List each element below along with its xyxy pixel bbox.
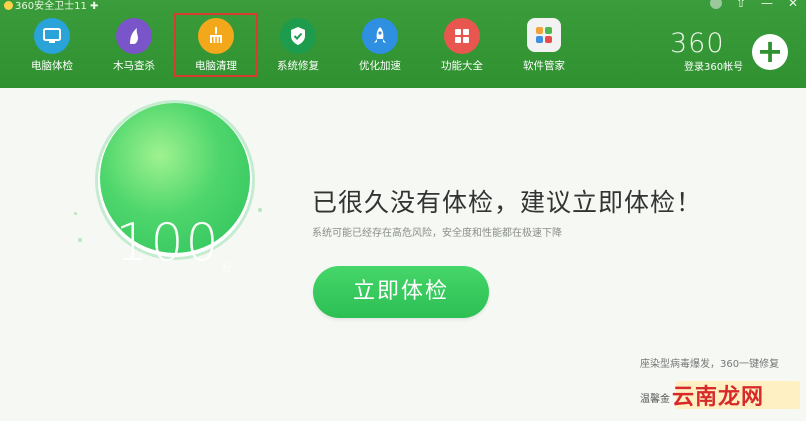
check-now-button[interactable]: 立即体检 bbox=[313, 266, 489, 318]
nav-label: 功能大全 bbox=[441, 60, 483, 72]
nav-label: 优化加速 bbox=[359, 60, 401, 72]
window-controls: ⇧ — ✕ bbox=[710, 0, 800, 10]
app-logo-icon bbox=[4, 1, 13, 10]
menu-icon[interactable]: ⇧ bbox=[734, 0, 748, 10]
nav-item-trojan-scan[interactable]: 木马查杀 bbox=[93, 14, 175, 76]
horse-icon bbox=[116, 18, 152, 54]
bottom-text: 温馨金 bbox=[640, 394, 670, 405]
nav-label: 电脑清理 bbox=[195, 60, 237, 72]
nav-label: 木马查杀 bbox=[113, 60, 155, 72]
nav-item-system-repair[interactable]: 系统修复 bbox=[257, 14, 339, 76]
monitor-icon bbox=[34, 18, 70, 54]
minimize-icon[interactable]: — bbox=[760, 0, 774, 10]
headline: 已很久没有体检，建议立即体检！ bbox=[312, 188, 703, 217]
promo-link[interactable]: 座染型病毒爆发，360一键修复 bbox=[640, 355, 779, 370]
nav-item-cleanup[interactable]: 电脑清理 bbox=[174, 13, 258, 77]
close-icon[interactable]: ✕ bbox=[786, 0, 800, 10]
broom-icon bbox=[198, 18, 234, 54]
nav-item-speedup[interactable]: 优化加速 bbox=[339, 14, 421, 76]
score-value: 100 bbox=[115, 213, 221, 273]
login-link[interactable]: 登录360帐号 bbox=[684, 58, 743, 73]
grid-icon bbox=[444, 18, 480, 54]
decorative-dot bbox=[78, 238, 82, 242]
decorative-dot bbox=[258, 208, 262, 212]
brand-logo: 360 bbox=[670, 28, 725, 59]
shield-icon bbox=[280, 18, 316, 54]
nav-item-checkup[interactable]: 电脑体检 bbox=[11, 14, 93, 76]
skin-icon[interactable] bbox=[710, 0, 722, 9]
app-title-text: 360安全卫士11 bbox=[15, 1, 87, 12]
nav-label: 软件管家 bbox=[523, 60, 565, 72]
rocket-icon bbox=[362, 18, 398, 54]
nav-label: 系统修复 bbox=[277, 60, 319, 72]
top-nav: 电脑体检 木马查杀 电脑清理 系统修复 优化加速 功能大全 软件管家 bbox=[11, 13, 585, 77]
nav-item-all-features[interactable]: 功能大全 bbox=[421, 14, 503, 76]
subline: 系统可能已经存在高危风险，安全度和性能都在极速下降 bbox=[312, 228, 562, 239]
plus-button[interactable]: + bbox=[752, 34, 788, 70]
app-title: 360安全卫士11 ✚ bbox=[4, 0, 98, 12]
decorative-dot bbox=[74, 212, 77, 215]
header: 360安全卫士11 ✚ ⇧ — ✕ 电脑体检 木马查杀 电脑清理 系统修复 优化… bbox=[0, 0, 806, 88]
apps-icon bbox=[527, 18, 561, 52]
title-bar: 360安全卫士11 ✚ ⇧ — ✕ bbox=[0, 0, 806, 14]
nav-item-software-manager[interactable]: 软件管家 bbox=[503, 14, 585, 76]
watermark: 云南龙网 bbox=[672, 385, 765, 410]
score-unit: 分 bbox=[222, 263, 232, 274]
account-area: 360 登录360帐号 + bbox=[670, 20, 800, 80]
nav-label: 电脑体检 bbox=[31, 60, 73, 72]
